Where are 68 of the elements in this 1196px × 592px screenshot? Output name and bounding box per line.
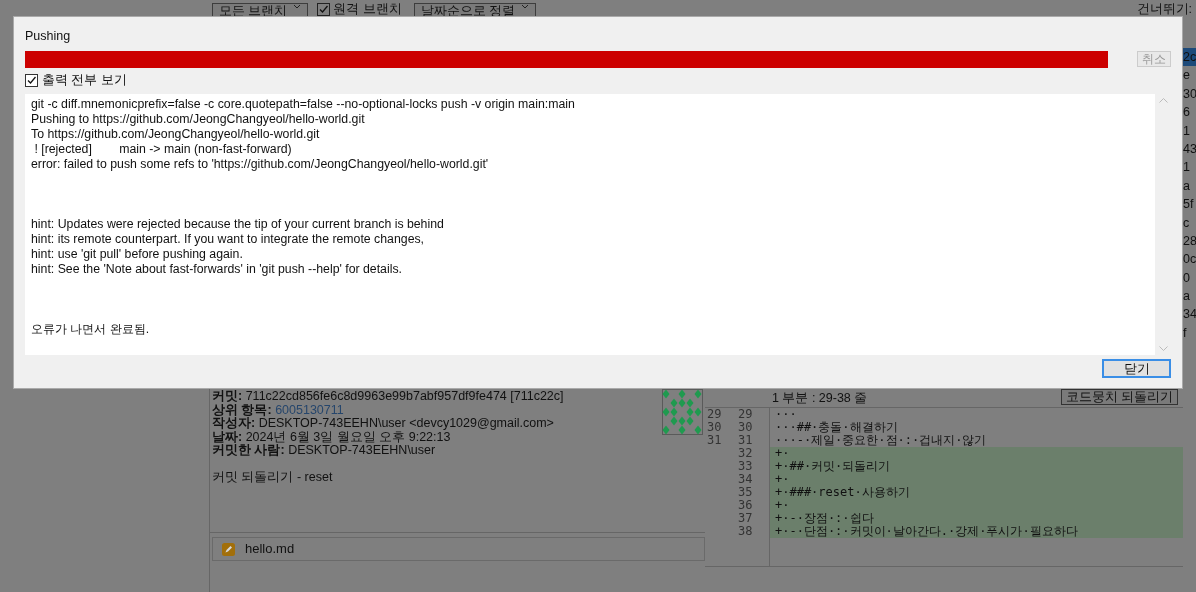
hunk-title: 1 부분 : 29-38 줄 — [772, 391, 868, 405]
field-label: 날짜: — [212, 429, 243, 444]
commit-message: 커밋 되돌리기 - reset — [212, 471, 334, 485]
output-line: Pushing to https://github.com/JeongChangyeol/hello-world.git — [31, 111, 366, 127]
commit-hash[interactable]: a — [1183, 287, 1196, 306]
line-number: 30 — [737, 421, 754, 434]
commit-hash[interactable]: 0 — [1183, 268, 1196, 288]
revert-hunk-button[interactable]: 코드뭉치 되돌리기 — [1060, 389, 1178, 405]
commit-hash[interactable]: 6 — [1183, 103, 1196, 122]
pencil-icon — [222, 542, 235, 556]
checkbox[interactable] — [317, 3, 331, 17]
parent-link[interactable]: 6005130711 — [275, 402, 344, 417]
commit-hash[interactable]: c — [1183, 213, 1196, 232]
commit-hash[interactable]: 1 — [1183, 158, 1196, 177]
skip-label: 건너뛰기: — [1136, 3, 1192, 17]
caret-icon — [293, 4, 302, 10]
commit-hash[interactable]: 28 — [1183, 231, 1196, 251]
file-list-item[interactable]: hello.md — [212, 537, 705, 561]
commit-hash[interactable]: f — [1183, 323, 1196, 343]
commit-hash[interactable]: 43 — [1183, 139, 1196, 159]
code-line: ···-·제일·중요한·점·:·겁내지·않기 — [774, 434, 988, 447]
field-value: DESKTOP-743EEHN\user <devcy1029@gmail.com> — [258, 416, 554, 430]
line-number: 37 — [737, 512, 754, 525]
close-button[interactable]: 닫기 — [1102, 358, 1171, 378]
field-value: DESKTOP-743EEHN\user — [288, 443, 436, 457]
commit-hash[interactable]: 5f — [1183, 195, 1196, 214]
checkbox[interactable] — [25, 74, 38, 88]
field-label: 커밋: — [212, 389, 243, 403]
line-number: 36 — [737, 499, 754, 512]
output-line: hint: use 'git pull' before pushing again. — [31, 246, 244, 262]
line-number: 31 — [737, 434, 754, 447]
field-value: 2024년 6월 3일 월요일 오후 9:22:13 — [245, 429, 451, 444]
commit-hash[interactable]: 1 — [1183, 121, 1196, 140]
line-number: 32 — [737, 447, 754, 460]
code-line: ···##·충돌·해결하기 — [774, 421, 899, 434]
commit-hash[interactable]: e — [1183, 66, 1196, 85]
field-label: 작성자: — [212, 416, 256, 430]
code-line: ··· — [774, 408, 798, 421]
field-label: 상위 항목: — [212, 402, 272, 417]
line-number: 34 — [737, 473, 754, 486]
commit-hash[interactable]: a — [1183, 176, 1196, 196]
avatar-icon — [662, 389, 703, 435]
field-value: 711c22cd856fe6c8d9963e99b7abf957df9fe474 [711c22c] — [245, 389, 564, 403]
output-line: ! [rejected] main -> main (non-fast-forward) — [33, 141, 293, 157]
line-number: 30 — [706, 421, 723, 434]
commit-hash[interactable]: 0c — [1183, 250, 1196, 269]
checkbox-label: 원격 브랜치 — [333, 3, 402, 17]
scroll-up-icon — [1158, 97, 1168, 103]
caret-icon — [521, 4, 530, 10]
output-line: To https://github.com/JeongChangyeol/hello-world.git — [31, 126, 321, 142]
line-number: 29 — [706, 408, 723, 421]
field-label: 커밋한 사람: — [212, 443, 285, 457]
output-line: error: failed to push some refs to 'https://github.com/JeongChangyeol/hello-world.git' — [31, 156, 490, 172]
scroll-down-icon — [1158, 345, 1168, 351]
checkbox-label: 출력 전부 보기 — [42, 72, 127, 90]
commit-hash[interactable]: 30 — [1183, 84, 1196, 104]
output-line: hint: Updates were rejected because the tip of your current branch is behind — [31, 216, 445, 232]
output-line: git -c diff.mnemonicprefix=false -c core.quotepath=false --no-optional-locks push -v origin main:main — [31, 96, 576, 112]
line-number: 31 — [706, 434, 723, 447]
line-number: 35 — [737, 486, 754, 499]
output-line: 오류가 나면서 완료됨. — [31, 321, 151, 337]
commit-hash[interactable]: 34 — [1183, 305, 1196, 324]
line-number: 38 — [737, 525, 754, 538]
dialog-title: Pushing — [25, 28, 72, 45]
output-line: hint: its remote counterpart. If you want to integrate the remote changes, — [31, 231, 426, 247]
line-number: 33 — [737, 460, 754, 473]
line-number: 29 — [737, 408, 754, 421]
output-line: hint: See the 'Note about fast-forwards' in 'git push --help' for details. — [31, 261, 403, 277]
